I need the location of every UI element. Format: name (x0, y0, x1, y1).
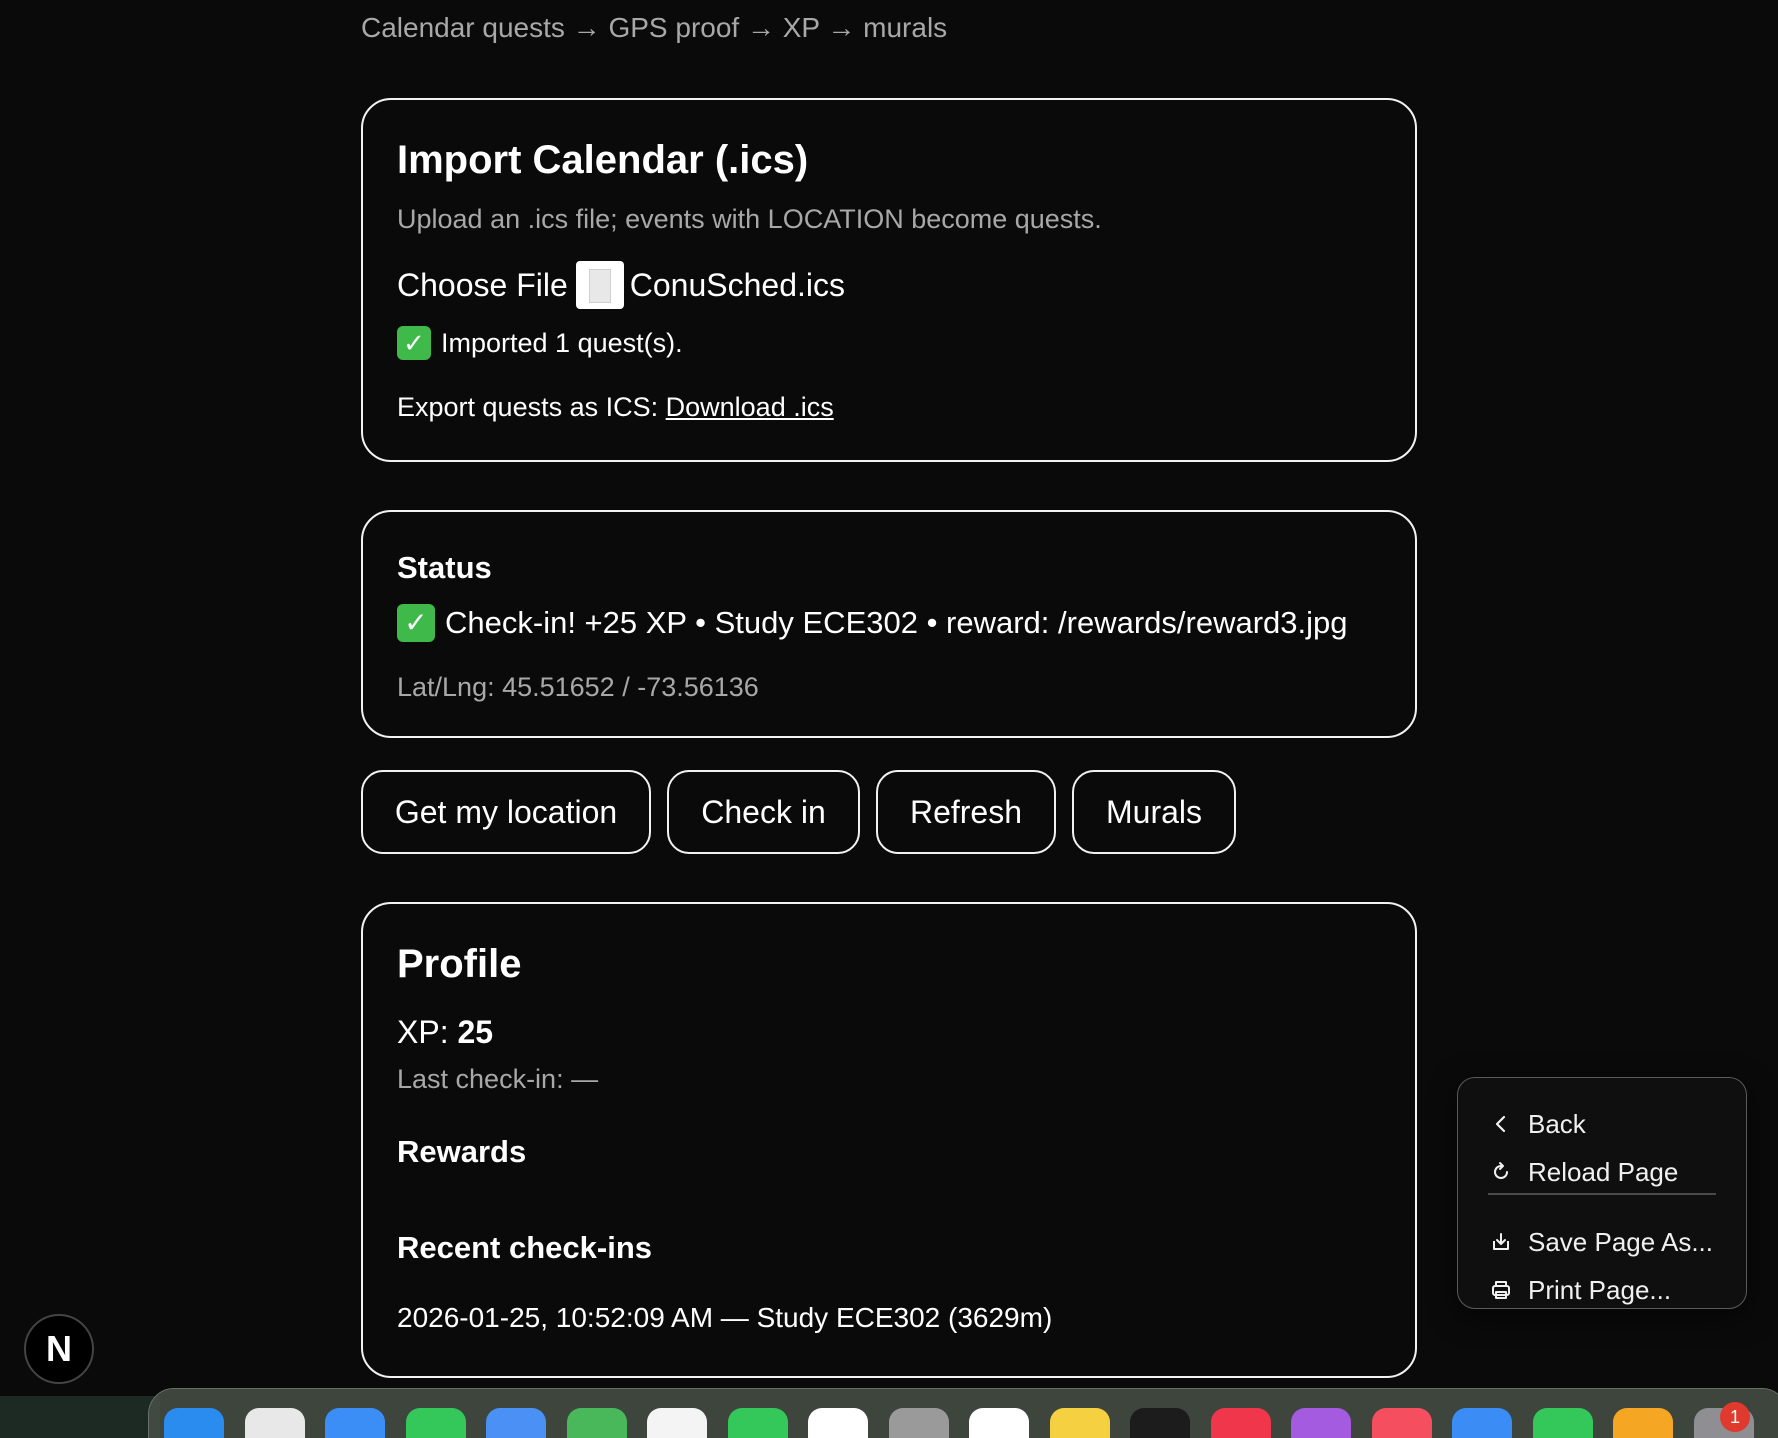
music-icon[interactable] (1211, 1408, 1271, 1438)
save-icon (1488, 1229, 1514, 1255)
status-message-text: Check-in! +25 XP • Study ECE302 • reward… (445, 605, 1348, 640)
pages-icon[interactable] (1613, 1408, 1673, 1438)
context-save-page[interactable]: Save Page As... (1488, 1222, 1713, 1262)
context-back[interactable]: Back (1488, 1104, 1586, 1144)
list-item: 2026-01-25, 10:52:09 AM — Study ECE302 (… (397, 1302, 1053, 1333)
export-label: Export quests as ICS: (397, 392, 659, 422)
mail-icon[interactable] (486, 1408, 546, 1438)
file-icon (575, 261, 624, 309)
selected-file-name: ConuSched.ics (629, 266, 845, 303)
context-menu: Back Reload Page Save Page As... Print P… (1457, 1077, 1747, 1309)
facetime-icon[interactable] (728, 1408, 788, 1438)
get-location-button[interactable]: Get my location (361, 770, 651, 854)
browser-page: Calendar quests → GPS proof → XP → mural… (0, 0, 1778, 1438)
reload-icon (1488, 1159, 1514, 1185)
news-icon[interactable] (1372, 1408, 1432, 1438)
import-result: ✓ Imported 1 quest(s). (397, 326, 683, 360)
context-save-label: Save Page As... (1528, 1226, 1714, 1257)
desktop-wallpaper-edge (0, 1396, 160, 1438)
status-title: Status (397, 550, 492, 585)
nextjs-dev-badge[interactable]: N (24, 1314, 94, 1384)
check-in-button[interactable]: Check in (667, 770, 860, 854)
photos-icon[interactable] (647, 1408, 707, 1438)
context-back-label: Back (1528, 1108, 1586, 1139)
xp-value: 25 (457, 1014, 494, 1050)
recent-checkins-heading: Recent check-ins (397, 1230, 652, 1265)
checkmark-icon: ✓ (397, 604, 435, 642)
context-print-page[interactable]: Print Page... (1488, 1270, 1671, 1310)
refresh-button[interactable]: Refresh (876, 770, 1056, 854)
download-ics-link[interactable]: Download .ics (666, 392, 834, 422)
numbers-icon[interactable] (1533, 1408, 1593, 1438)
lat-lng-readout: Lat/Lng: 45.51652 / -73.56136 (397, 672, 759, 702)
profile-title: Profile (397, 942, 522, 986)
launchpad-icon[interactable] (245, 1408, 305, 1438)
context-reload[interactable]: Reload Page (1488, 1152, 1678, 1192)
export-row: Export quests as ICS: Download .ics (397, 392, 834, 423)
checkmark-icon: ✓ (397, 326, 431, 360)
context-print-label: Print Page... (1528, 1274, 1672, 1305)
context-reload-label: Reload Page (1528, 1156, 1679, 1187)
maps-icon[interactable] (567, 1408, 627, 1438)
rewards-heading: Rewards (397, 1134, 527, 1169)
file-input[interactable]: Choose File ConuSched.ics (397, 260, 845, 310)
podcasts-icon[interactable] (1291, 1408, 1351, 1438)
xp-label: XP: (397, 1014, 449, 1050)
calendar-icon[interactable] (808, 1408, 868, 1438)
context-divider (1488, 1193, 1716, 1195)
settings-badge: 1 (1720, 1402, 1750, 1432)
breadcrumb: Calendar quests → GPS proof → XP → mural… (361, 12, 948, 43)
printer-icon (1488, 1277, 1514, 1303)
profile-card: Profile XP: 25 Last check-in: — Rewards … (361, 902, 1417, 1378)
messages-icon[interactable] (406, 1408, 466, 1438)
tv-icon[interactable] (1130, 1408, 1190, 1438)
choose-file-button[interactable]: Choose File (397, 267, 568, 304)
chevron-left-icon (1488, 1111, 1514, 1137)
import-title: Import Calendar (.ics) (397, 138, 809, 182)
safari-icon[interactable] (325, 1408, 385, 1438)
finder-icon[interactable] (164, 1408, 224, 1438)
keynote-icon[interactable] (1452, 1408, 1512, 1438)
reminders-icon[interactable] (969, 1408, 1029, 1438)
import-subtitle: Upload an .ics file; events with LOCATIO… (397, 204, 1102, 234)
murals-button[interactable]: Murals (1072, 770, 1236, 854)
status-card: Status ✓ Check-in! +25 XP • Study ECE302… (361, 510, 1417, 738)
status-message: ✓ Check-in! +25 XP • Study ECE302 • rewa… (397, 604, 1347, 642)
xp-readout: XP: 25 (397, 1014, 493, 1051)
notes-icon[interactable] (1050, 1408, 1110, 1438)
import-calendar-card: Import Calendar (.ics) Upload an .ics fi… (361, 98, 1417, 462)
contacts-icon[interactable] (889, 1408, 949, 1438)
import-result-text: Imported 1 quest(s). (441, 327, 683, 358)
last-checkin: Last check-in: — (397, 1064, 599, 1094)
